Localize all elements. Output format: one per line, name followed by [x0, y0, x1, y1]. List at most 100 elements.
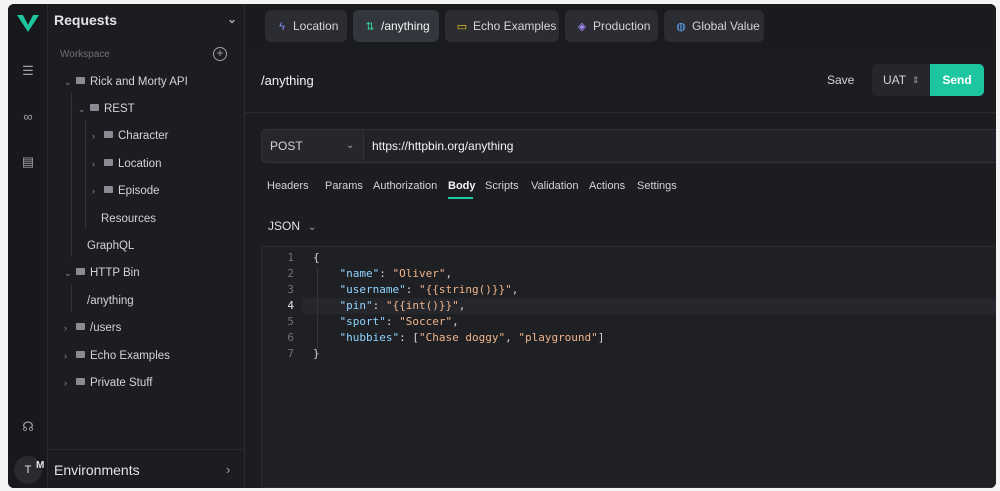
url-input[interactable]: https://httpbin.org/anything	[364, 129, 996, 163]
globe-icon: ◍	[676, 21, 686, 33]
subtab-authorization[interactable]: Authorization	[373, 180, 437, 192]
main-panel: ϟ Location ⇅ /anything ▭ Echo Examples ◈ Pro…	[245, 4, 996, 488]
chevron-down-icon: ⌄	[78, 104, 86, 114]
tree-item-label: Episode	[118, 185, 160, 197]
support-icon[interactable]: ☊	[19, 418, 37, 436]
sidebar-title-label: Requests	[54, 12, 118, 28]
tree-item-label: Resources	[101, 213, 156, 225]
tree-item-label: /users	[90, 322, 122, 334]
chevron-right-icon: ›	[92, 131, 95, 141]
line-number: 6	[287, 331, 294, 344]
folder-open-icon	[76, 268, 85, 276]
chevron-right-icon: ›	[92, 159, 95, 169]
line-number: 1	[287, 251, 294, 264]
tab-production[interactable]: ◈ Production	[565, 10, 658, 42]
tree-item-label: /anything	[87, 295, 134, 307]
line-number: 2	[287, 267, 294, 280]
tree-item-label: HTTP Bin	[90, 267, 140, 279]
folder-icon	[76, 351, 85, 359]
chevron-down-icon: ⌄	[226, 12, 237, 26]
method-select[interactable]: POST ⌄	[261, 129, 364, 163]
folder-icon	[76, 378, 85, 386]
folder-icon	[104, 159, 113, 167]
chevron-down-icon: ⌄	[64, 77, 72, 87]
folder-icon	[104, 131, 113, 139]
line-number: 3	[287, 283, 294, 296]
sidebar-title[interactable]: Requests ⌄	[54, 12, 239, 32]
body-format-select[interactable]: JSON ⌄	[268, 219, 316, 233]
code-line: }	[313, 347, 320, 360]
avatar-initial: T	[24, 464, 32, 476]
tree-guide	[71, 285, 72, 312]
subtab-params[interactable]: Params	[325, 180, 363, 192]
body-format-value: JSON	[268, 219, 301, 233]
tree-folder-echo-examples[interactable]: › Echo Examples	[64, 346, 170, 366]
subtab-settings[interactable]: Settings	[637, 180, 677, 192]
binoculars-icon[interactable]: ∞	[19, 108, 37, 126]
line-number: 5	[287, 315, 294, 328]
tree-item-label: Rick and Morty API	[90, 76, 188, 88]
save-button[interactable]: Save	[827, 73, 854, 87]
tree-item-label: GraphQL	[87, 240, 135, 252]
tab-global-value[interactable]: ◍ Global Value	[664, 10, 764, 42]
environments-label: Environments	[54, 462, 140, 478]
request-title: /anything	[261, 73, 314, 88]
subtab-actions[interactable]: Actions	[589, 180, 625, 192]
tree-folder-http-bin[interactable]: ⌄ HTTP Bin	[64, 263, 140, 283]
code-line: {	[313, 251, 320, 264]
tab-label: /anything	[381, 19, 430, 33]
app-window: ☰ ∞ ▤ ☊ T M Requests ⌄ Workspace + ⌄ Rick…	[8, 4, 996, 488]
tab-label: Location	[293, 19, 339, 33]
folder-open-icon	[90, 104, 99, 112]
tab-bar: ϟ Location ⇅ /anything ▭ Echo Examples ◈ Pro…	[245, 4, 996, 48]
tree-item-label: Location	[118, 158, 162, 170]
chevron-right-icon: ›	[64, 351, 67, 361]
chevron-right-icon: ›	[92, 186, 95, 196]
tab-label: Global Value	[692, 19, 760, 33]
chevron-down-icon: ⌄	[64, 268, 72, 278]
tree-folder-rick-and-morty-api[interactable]: ⌄ Rick and Morty API	[64, 72, 188, 92]
chevron-right-icon: ›	[64, 323, 67, 333]
tree-request-anything[interactable]: /anything	[87, 291, 134, 311]
tree-guide	[85, 120, 86, 229]
app-logo-icon	[17, 15, 39, 32]
subtab-scripts[interactable]: Scripts	[485, 180, 519, 192]
chevron-right-icon: ›	[64, 378, 67, 388]
code-line: "username": "{{string()}}",	[339, 283, 519, 296]
send-button[interactable]: Send	[930, 64, 984, 96]
tab-anything[interactable]: ⇅ /anything	[353, 10, 439, 42]
tree-item-label: REST	[104, 103, 135, 115]
chevron-down-icon: ⌄	[308, 222, 317, 233]
subtab-body[interactable]: Body	[448, 180, 476, 192]
environments-section[interactable]: Environments ›	[48, 449, 245, 488]
code-line: "sport": "Soccer",	[339, 315, 459, 328]
tree-request-resources[interactable]: Resources	[101, 209, 156, 229]
tree-folder-private-stuff[interactable]: › Private Stuff	[64, 373, 152, 393]
tree-folder-users[interactable]: › /users	[64, 318, 121, 338]
tree-folder-character[interactable]: › Character	[92, 126, 169, 146]
folder-icon	[76, 323, 85, 331]
environment-select[interactable]: UAT ⇕	[872, 64, 930, 96]
tree-item-label: Private Stuff	[90, 377, 153, 389]
bolt-icon: ϟ	[279, 21, 285, 33]
folder-icon	[104, 186, 113, 194]
layers-icon: ◈	[577, 21, 587, 33]
workspace-label: Workspace	[60, 49, 110, 60]
divider	[245, 112, 996, 113]
tab-echo-examples[interactable]: ▭ Echo Examples	[445, 10, 559, 42]
subtab-headers[interactable]: Headers	[267, 180, 309, 192]
tree-folder-rest[interactable]: ⌄ REST	[78, 99, 135, 119]
checklist-icon[interactable]: ☰	[19, 62, 37, 80]
tree-folder-episode[interactable]: › Episode	[92, 181, 160, 201]
tree-request-graphql[interactable]: GraphQL	[87, 236, 134, 256]
subtab-validation[interactable]: Validation	[531, 180, 579, 192]
method-value: POST	[270, 139, 303, 153]
code-editor[interactable]: 1 2 3 4 5 6 7 { "name": "Oliver", "usern…	[261, 246, 996, 488]
tab-location[interactable]: ϟ Location	[265, 10, 347, 42]
folder-open-icon	[76, 77, 85, 85]
add-icon[interactable]: +	[213, 47, 227, 61]
avatar[interactable]: T M	[14, 456, 44, 484]
tree-folder-location[interactable]: › Location	[92, 154, 161, 174]
document-list-icon[interactable]: ▤	[19, 153, 37, 171]
tree-item-label: Character	[118, 130, 169, 142]
